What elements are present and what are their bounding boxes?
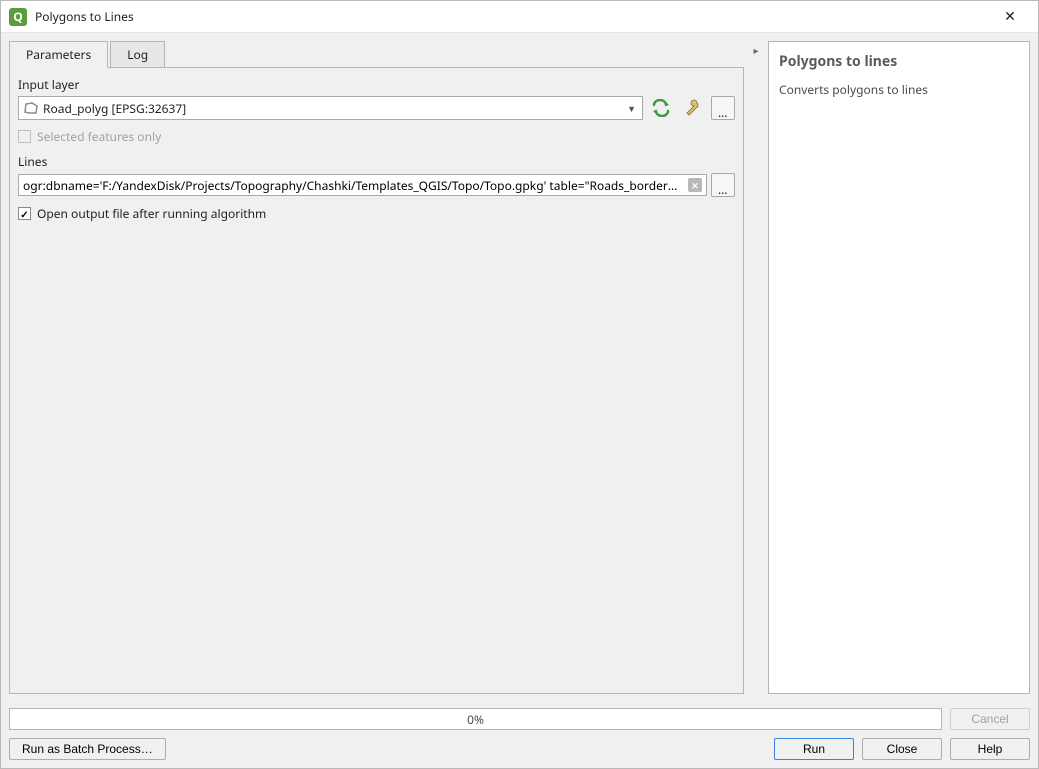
iterate-button[interactable]	[647, 96, 675, 120]
help-collapser[interactable]: ▸	[750, 41, 762, 694]
open-output-label: Open output file after running algorithm	[37, 205, 266, 222]
output-lines-row: ogr:dbname='F:/YandexDisk/Projects/Topog…	[18, 173, 735, 197]
tab-log-label: Log	[127, 46, 148, 63]
open-output-checkbox[interactable]	[18, 207, 31, 220]
app-icon: Q	[9, 8, 27, 26]
input-layer-browse-button[interactable]: …	[711, 96, 735, 120]
input-layer-label: Input layer	[18, 76, 735, 93]
iterate-icon	[650, 99, 672, 117]
batch-button[interactable]: Run as Batch Process…	[9, 738, 166, 760]
window-title: Polygons to Lines	[35, 8, 134, 25]
help-description: Converts polygons to lines	[779, 81, 1019, 98]
output-lines-value: ogr:dbname='F:/YandexDisk/Projects/Topog…	[23, 177, 682, 194]
progress-bar: 0%	[9, 708, 942, 730]
input-layer-row: Road_polyg [EPSG:32637] ▼	[18, 96, 735, 120]
chevron-right-icon: ▸	[753, 43, 758, 57]
input-layer-combo[interactable]: Road_polyg [EPSG:32637] ▼	[18, 96, 643, 120]
output-lines-input[interactable]: ogr:dbname='F:/YandexDisk/Projects/Topog…	[18, 174, 707, 196]
parameters-pane: Parameters Log Input layer Road_polyg [E	[9, 41, 744, 694]
buttons-row: Run as Batch Process… Run Close Help	[9, 738, 1030, 760]
help-title: Polygons to lines	[779, 52, 1019, 71]
help-button[interactable]: Help	[950, 738, 1030, 760]
clear-input-icon[interactable]: ✕	[688, 178, 702, 192]
tabstrip: Parameters Log	[9, 41, 744, 68]
output-lines-label: Lines	[18, 153, 735, 170]
tab-parameters-label: Parameters	[26, 46, 91, 63]
batch-button-label: Run as Batch Process…	[22, 742, 153, 756]
run-button-label: Run	[803, 742, 825, 756]
run-button[interactable]: Run	[774, 738, 854, 760]
help-pane: Polygons to lines Converts polygons to l…	[768, 41, 1030, 694]
dialog-content: Parameters Log Input layer Road_polyg [E	[1, 33, 1038, 768]
chevron-down-icon: ▼	[625, 102, 638, 115]
selected-features-only-label: Selected features only	[37, 128, 161, 145]
cancel-button[interactable]: Cancel	[950, 708, 1030, 730]
lower-area: 0% Cancel Run as Batch Process… Run Clos…	[9, 694, 1030, 760]
close-button-label: Close	[887, 742, 918, 756]
selected-features-only-checkbox	[18, 130, 31, 143]
progress-text: 0%	[467, 711, 484, 728]
advanced-options-button[interactable]	[679, 96, 707, 120]
close-icon[interactable]: ✕	[990, 1, 1030, 32]
selected-features-only-row: Selected features only	[18, 128, 735, 145]
help-box: Polygons to lines Converts polygons to l…	[768, 41, 1030, 694]
help-button-label: Help	[978, 742, 1003, 756]
tab-log[interactable]: Log	[110, 41, 165, 68]
open-output-row[interactable]: Open output file after running algorithm	[18, 205, 735, 222]
cancel-button-label: Cancel	[971, 712, 1008, 726]
input-layer-value: Road_polyg [EPSG:32637]	[43, 100, 621, 117]
tab-parameters[interactable]: Parameters	[9, 41, 108, 68]
upper-area: Parameters Log Input layer Road_polyg [E	[9, 41, 1030, 694]
dialog-window: Q Polygons to Lines ✕ Parameters Log Inp…	[0, 0, 1039, 769]
parameters-body: Input layer Road_polyg [EPSG:32637] ▼	[9, 67, 744, 694]
close-button[interactable]: Close	[862, 738, 942, 760]
progress-row: 0% Cancel	[9, 708, 1030, 730]
wrench-icon	[683, 99, 703, 117]
polygon-layer-icon	[23, 102, 39, 114]
titlebar: Q Polygons to Lines ✕	[1, 1, 1038, 33]
output-lines-browse-button[interactable]: …	[711, 173, 735, 197]
